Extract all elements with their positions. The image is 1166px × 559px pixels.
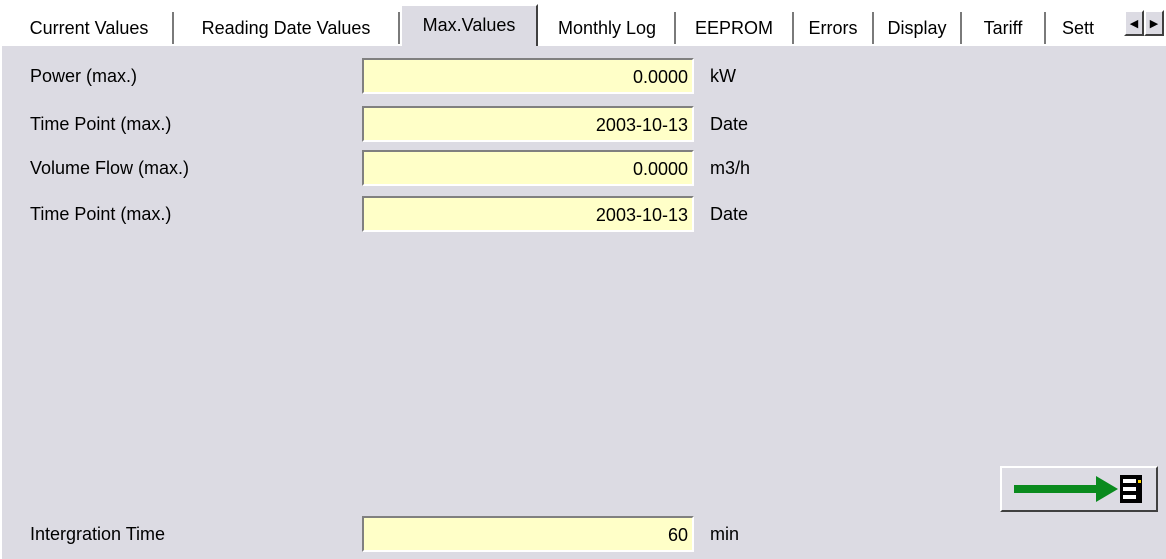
tab-errors[interactable]: Errors [794,12,874,44]
power-max-unit: kW [710,66,736,86]
tab-monthly-log[interactable]: Monthly Log [540,12,676,44]
tab-scroll-right-button[interactable]: ▶ [1144,10,1164,36]
tab-label: EEPROM [694,18,773,38]
tab-strip: Current Values Reading Date Values Max.V… [0,0,1166,46]
integration-time-label: Intergration Time [30,524,166,544]
volume-flow-max-unit: m3/h [710,158,751,178]
power-max-field[interactable]: 0.0000 [362,58,694,94]
tab-max-values[interactable]: Max.Values [400,4,538,46]
transfer-button[interactable] [1000,466,1158,512]
tab-label: Display [887,18,947,38]
tab-label: Reading Date Values [201,18,371,38]
time-point-power-label: Time Point (max.) [30,114,172,134]
left-arrow-icon: ◀ [1129,17,1139,30]
right-arrow-icon: ▶ [1149,17,1159,30]
tab-display[interactable]: Display [874,12,962,44]
time-point-flow-field[interactable]: 2003-10-13 [362,196,694,232]
integration-time-unit: min [710,524,740,544]
volume-flow-max-field[interactable]: 0.0000 [362,150,694,186]
tab-reading-date-values[interactable]: Reading Date Values [174,12,400,44]
time-point-flow-label: Time Point (max.) [30,204,172,224]
tab-eeprom[interactable]: EEPROM [676,12,794,44]
tab-scroll-buttons: ◀ ▶ [1124,10,1164,36]
tab-tariff[interactable]: Tariff [962,12,1046,44]
tab-label: Current Values [29,18,149,38]
volume-flow-max-label: Volume Flow (max.) [30,158,190,178]
tab-scroll-left-button[interactable]: ◀ [1124,10,1144,36]
tab-label: Tariff [983,18,1023,38]
power-max-label: Power (max.) [30,66,138,86]
tab-label: Monthly Log [557,18,657,38]
tab-current-values[interactable]: Current Values [4,12,174,44]
max-values-panel: Power (max.) 0.0000 kW Time Point (max.)… [0,44,1166,559]
tab-label: Max.Values [422,15,516,35]
time-point-flow-unit: Date [710,204,749,224]
time-point-power-unit: Date [710,114,749,134]
arrow-to-device-icon [1014,475,1142,503]
integration-time-field[interactable]: 60 [362,516,694,552]
tab-label: Sett [1062,18,1095,38]
time-point-power-field[interactable]: 2003-10-13 [362,106,694,142]
tab-settings[interactable]: Sett [1046,12,1124,44]
tab-label: Errors [808,18,858,38]
